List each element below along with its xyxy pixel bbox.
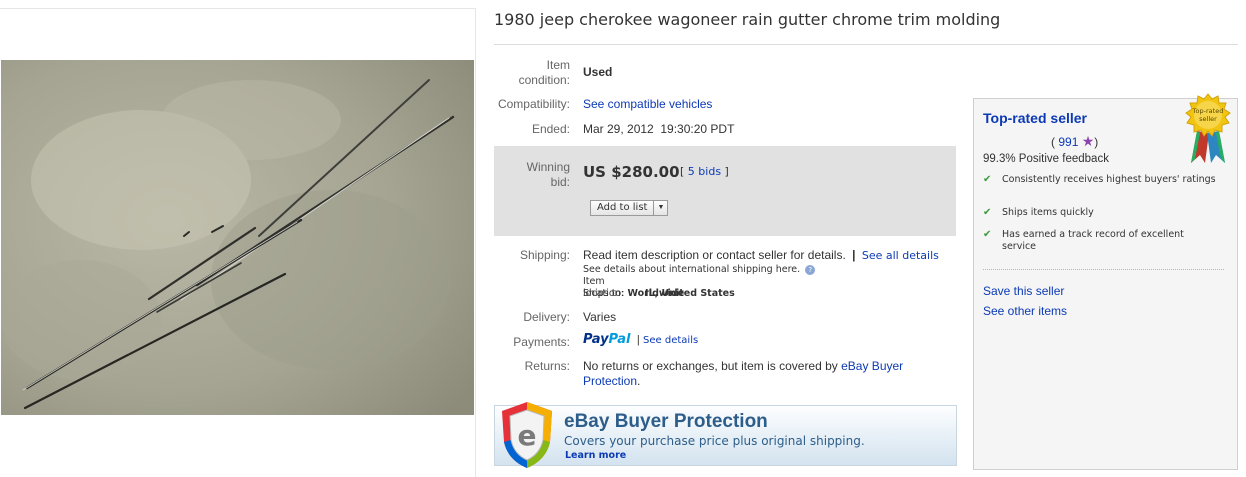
seller-panel: Top-rated seller Top-rated seller ( 991 … <box>973 93 1238 470</box>
paypal-logo: PayPal <box>583 332 631 347</box>
see-compatible-vehicles-link[interactable]: See compatible vehicles <box>583 97 712 112</box>
ended-label: Ended: <box>531 122 570 136</box>
bid-count: [ 5 bids ] <box>680 165 729 178</box>
shipping-text: Read item description or contact seller … <box>583 248 846 262</box>
see-all-shipping-details-link[interactable]: See all details <box>862 249 939 262</box>
ended-value: Mar 29, 2012 19:30:20 PDT <box>583 122 735 136</box>
payments-label: Payments: <box>513 335 570 349</box>
buyer-protection-title: eBay Buyer Protection <box>564 411 768 432</box>
seller-perk: ✔ Consistently receives highest buyers' … <box>983 174 1216 185</box>
returns-label: Returns: <box>524 359 570 373</box>
ebay-shield-icon: e <box>502 402 552 468</box>
condition-value: Used <box>583 65 613 79</box>
payment-see-details-link[interactable]: See details <box>643 335 698 346</box>
winning-bid-label: Winning bid: <box>526 160 570 189</box>
item-photo-image <box>1 60 474 415</box>
shipping-label: Shipping: <box>519 248 570 262</box>
buyer-protection-inline-link[interactable]: eBay Buyer <box>841 359 903 373</box>
feedback-score-link[interactable]: 991 <box>1058 135 1078 149</box>
payments-value: PayPal | See details <box>583 332 698 348</box>
buyer-protection-subtitle: Covers your purchase price plus original… <box>564 434 865 448</box>
winning-bid-price: US $280.00 <box>583 163 680 181</box>
seller-divider <box>983 269 1224 270</box>
shipping-separator: | <box>852 248 856 262</box>
returns-value: No returns or exchanges, but item is cov… <box>583 359 904 388</box>
checkmark-icon: ✔ <box>983 229 992 240</box>
delivery-value: Varies <box>583 310 617 324</box>
compatibility-label: Compatibility: <box>497 97 570 111</box>
top-rated-seller-badge-icon: Top-rated seller <box>1185 93 1231 163</box>
help-icon[interactable]: ? <box>805 264 816 275</box>
ships-to: Ships to: Worldwide <box>583 288 685 299</box>
svg-text:e: e <box>518 419 537 452</box>
add-to-list-button[interactable]: Add to list <box>590 200 655 216</box>
svg-text:Top-rated: Top-rated <box>1192 107 1224 115</box>
title-divider <box>494 44 1238 45</box>
add-to-list-control[interactable]: Add to list ▼ <box>590 200 669 216</box>
item-title: 1980 jeep cherokee wagoneer rain gutter … <box>494 10 1001 29</box>
seller-perk: ✔ Has earned a track record of excellent… <box>983 229 1184 252</box>
save-this-seller-link[interactable]: Save this seller <box>983 284 1064 298</box>
checkmark-icon: ✔ <box>983 174 992 185</box>
purple-star-icon: ★ <box>1081 133 1095 149</box>
buyer-protection-banner[interactable]: e eBay Buyer Protection Covers your purc… <box>494 402 957 468</box>
positive-feedback: 99.3% Positive feedback <box>983 153 1109 165</box>
payments-separator: | <box>636 334 640 346</box>
checkmark-icon: ✔ <box>983 207 992 218</box>
feedback-score: ( 991 ★) <box>1051 133 1099 149</box>
delivery-label: Delivery: <box>523 310 570 324</box>
shipping-value: Read item description or contact seller … <box>583 248 939 263</box>
buyer-protection-inline-link-2[interactable]: Protection <box>583 374 637 388</box>
see-other-items-link[interactable]: See other items <box>983 304 1067 318</box>
svg-text:seller: seller <box>1199 115 1217 123</box>
international-shipping-note: See details about international shipping… <box>583 264 816 276</box>
bid-history-link[interactable]: 5 bids <box>688 165 721 178</box>
learn-more-link[interactable]: Learn more <box>565 450 626 461</box>
add-to-list-dropdown-icon[interactable]: ▼ <box>654 200 669 216</box>
seller-perk: ✔ Ships items quickly <box>983 207 1094 218</box>
top-rated-seller-title[interactable]: Top-rated seller <box>983 110 1087 126</box>
condition-label: Item condition: <box>518 58 570 87</box>
item-photo[interactable] <box>1 60 474 415</box>
